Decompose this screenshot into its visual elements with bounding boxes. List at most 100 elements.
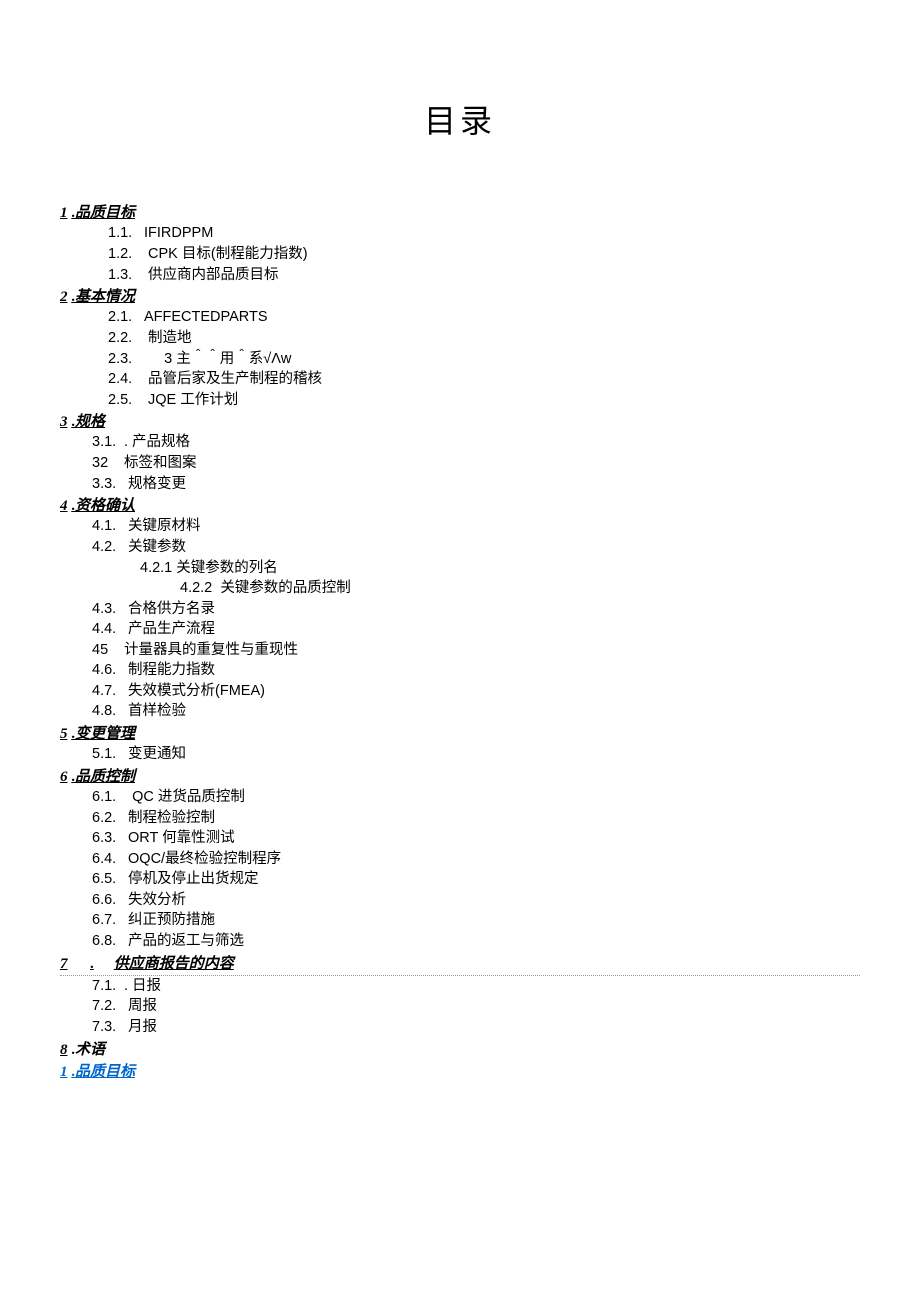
- toc-item-2-3[interactable]: 2.3. 3 主＾＾用＾系√Λw: [108, 350, 860, 370]
- toc-label: 术语: [75, 1042, 105, 1058]
- toc-label: ORT 何靠性测试: [128, 830, 235, 846]
- toc-label: . 产品规格: [124, 434, 190, 450]
- toc-item-6-3[interactable]: 6.3. ORT 何靠性测试: [92, 829, 860, 849]
- toc-label: 失效模式分析(FMEA): [128, 683, 265, 699]
- toc-heading-4[interactable]: 4 .资格确认: [60, 496, 860, 516]
- toc-item-7-1[interactable]: 7.1.. 日报: [92, 977, 860, 997]
- toc-num: 5.1.: [92, 745, 124, 765]
- toc-label: 标签和图案: [124, 455, 197, 471]
- toc-num: 6.3.: [92, 829, 124, 849]
- toc-label: 规格变更: [128, 476, 186, 492]
- toc-label: 资格确认: [75, 498, 135, 514]
- toc-label: 纠正预防措施: [128, 912, 215, 928]
- toc-num: 1.3.: [108, 266, 144, 286]
- toc-item-4-7[interactable]: 4.7. 失效模式分析(FMEA): [92, 682, 860, 702]
- toc-item-7-3[interactable]: 7.3. 月报: [92, 1018, 860, 1038]
- toc-heading-5[interactable]: 5 .变更管理: [60, 724, 860, 744]
- toc-num: 4.2.: [92, 538, 124, 558]
- toc-item-3-2[interactable]: 32标签和图案: [92, 454, 860, 474]
- toc-heading-8[interactable]: 8 .术语: [60, 1040, 860, 1060]
- toc-item-2-2[interactable]: 2.2. 制造地: [108, 329, 860, 349]
- toc-dot: .: [90, 956, 94, 972]
- toc-num: 1.2.: [108, 245, 144, 265]
- toc-item-6-4[interactable]: 6.4. OQC/最终检验控制程序: [92, 850, 860, 870]
- toc-num: 3.1.: [92, 433, 124, 453]
- toc-item-4-5[interactable]: 45计量器具的重复性与重现性: [92, 641, 860, 661]
- toc-num: 6: [60, 769, 68, 785]
- toc-num: 7.2.: [92, 997, 124, 1017]
- toc-item-6-2[interactable]: 6.2. 制程检验控制: [92, 809, 860, 829]
- toc-num: 2.2.: [108, 329, 144, 349]
- toc-item-2-5[interactable]: 2.5. JQE 工作计划: [108, 391, 860, 411]
- toc-num: 7.3.: [92, 1018, 124, 1038]
- toc-item-4-8[interactable]: 4.8. 首样检验: [92, 702, 860, 722]
- toc-label: 供应商内部品质目标: [148, 267, 279, 283]
- toc-label: AFFECTEDPARTS: [144, 309, 268, 325]
- toc-num: 2.1.: [108, 308, 144, 328]
- toc-num: 6.5.: [92, 870, 124, 890]
- toc-item-3-3[interactable]: 3.3. 规格变更: [92, 475, 860, 495]
- toc-link-1-repeat[interactable]: 1 .品质目标: [60, 1062, 860, 1082]
- toc-item-4-1[interactable]: 4.1. 关键原材料: [92, 517, 860, 537]
- toc-heading-1[interactable]: 1 .品质目标: [60, 203, 860, 223]
- toc-num: 7.1.: [92, 977, 124, 997]
- toc-num: 6.7.: [92, 911, 124, 931]
- toc-num: 5: [60, 726, 68, 742]
- toc-item-1-3[interactable]: 1.3. 供应商内部品质目标: [108, 266, 860, 286]
- toc-num: 45: [92, 641, 124, 661]
- toc-item-3-1[interactable]: 3.1.. 产品规格: [92, 433, 860, 453]
- page-title: 目录: [60, 100, 860, 143]
- toc-item-7-2[interactable]: 7.2. 周报: [92, 997, 860, 1017]
- toc-label: 变更管理: [75, 726, 135, 742]
- toc-item-4-6[interactable]: 4.6. 制程能力指数: [92, 661, 860, 681]
- toc-num: 2.4.: [108, 370, 144, 390]
- toc-heading-2[interactable]: 2 .基本情况: [60, 287, 860, 307]
- toc-num: 8: [60, 1042, 68, 1058]
- toc-heading-3[interactable]: 3 .规格: [60, 412, 860, 432]
- toc-num: 1: [60, 1064, 68, 1080]
- toc-num: 6.6.: [92, 891, 124, 911]
- toc-item-2-1[interactable]: 2.1.AFFECTEDPARTS: [108, 308, 860, 328]
- toc-num: 6.8.: [92, 932, 124, 952]
- toc-label: 合格供方名录: [128, 601, 215, 617]
- toc-item-6-1[interactable]: 6.1. QC 进货品质控制: [92, 788, 860, 808]
- toc-item-6-5[interactable]: 6.5. 停机及停止出货规定: [92, 870, 860, 890]
- toc-heading-6[interactable]: 6 .品质控制: [60, 767, 860, 787]
- toc-item-4-4[interactable]: 4.4. 产品生产流程: [92, 620, 860, 640]
- toc-num: 4.7.: [92, 682, 124, 702]
- toc-item-5-1[interactable]: 5.1. 变更通知: [92, 745, 860, 765]
- toc-num: 6.4.: [92, 850, 124, 870]
- toc-num: 32: [92, 454, 124, 474]
- toc-num: 4.6.: [92, 661, 124, 681]
- toc-num: 4.1.: [92, 517, 124, 537]
- toc-num: 3.3.: [92, 475, 124, 495]
- toc-label: JQE 工作计划: [148, 392, 238, 408]
- toc-label: 制程检验控制: [128, 810, 215, 826]
- toc-item-4-2[interactable]: 4.2. 关键参数: [92, 538, 860, 558]
- toc-heading-7[interactable]: 7 .供应商报告的内容: [60, 954, 860, 976]
- toc-label: 停机及停止出货规定: [128, 871, 259, 887]
- toc-item-4-3[interactable]: 4.3. 合格供方名录: [92, 600, 860, 620]
- toc-num: 4.2.1: [140, 560, 172, 576]
- toc-label: QC 进货品质控制: [132, 789, 245, 805]
- toc-label: OQC/最终检验控制程序: [128, 851, 281, 867]
- toc-label: 品质目标: [75, 1064, 135, 1080]
- toc-label: 失效分析: [128, 892, 186, 908]
- toc-item-6-7[interactable]: 6.7. 纠正预防措施: [92, 911, 860, 931]
- toc-num: 4.8.: [92, 702, 124, 722]
- toc-item-1-1[interactable]: 1.1.IFIRDPPM: [108, 224, 860, 244]
- toc-item-1-2[interactable]: 1.2. CPK 目标(制程能力指数): [108, 245, 860, 265]
- toc-item-6-8[interactable]: 6.8. 产品的返工与筛选: [92, 932, 860, 952]
- toc-num: 6.1.: [92, 788, 124, 808]
- toc-label: 品管后家及生产制程的稽核: [148, 371, 322, 387]
- toc-item-4-2-2[interactable]: 4.2.2 关键参数的品质控制: [180, 579, 860, 599]
- toc-item-4-2-1[interactable]: 4.2.1 关键参数的列名: [140, 559, 860, 579]
- toc-item-2-4[interactable]: 2.4. 品管后家及生产制程的稽核: [108, 370, 860, 390]
- toc-label: 变更通知: [128, 746, 186, 762]
- toc-label: 周报: [128, 998, 157, 1014]
- toc-label: 关键原材料: [128, 518, 201, 534]
- toc-label: 规格: [75, 414, 105, 430]
- toc-label: 关键参数: [128, 539, 186, 555]
- toc-num: 7: [60, 956, 68, 972]
- toc-item-6-6[interactable]: 6.6. 失效分析: [92, 891, 860, 911]
